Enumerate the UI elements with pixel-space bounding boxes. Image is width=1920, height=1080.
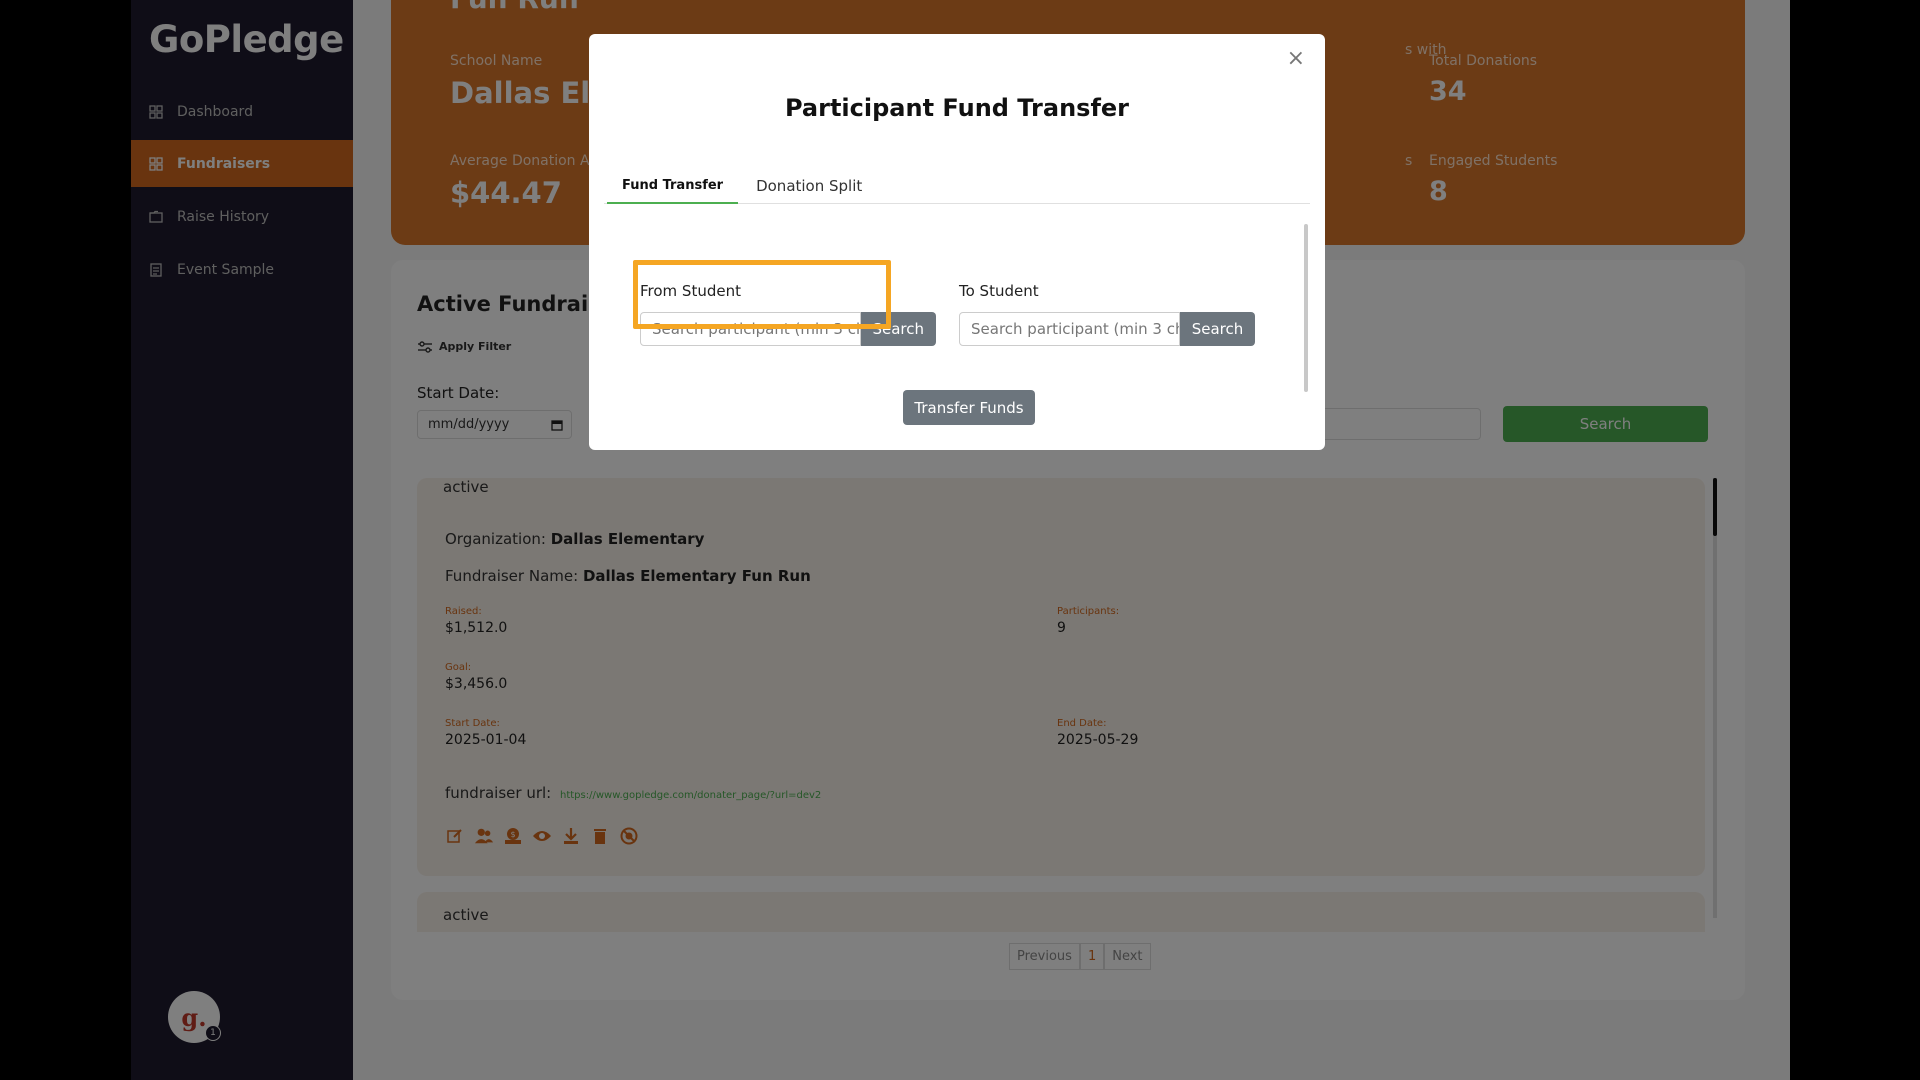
to-student-search-button[interactable]: Search [1180,312,1255,346]
tab-donation-split[interactable]: Donation Split [741,168,877,204]
close-icon[interactable]: × [1287,46,1305,71]
modal-scrollbar[interactable] [1304,224,1308,392]
transfer-funds-button[interactable]: Transfer Funds [903,390,1035,425]
to-student-label: To Student [959,282,1039,300]
tab-fund-transfer[interactable]: Fund Transfer [607,168,739,204]
modal-tabs: Fund Transfer Donation Split [604,168,1310,204]
to-student-search-input[interactable]: Search participant (min 3 chars) [959,312,1180,346]
highlight-box [633,260,891,329]
fund-transfer-modal: × Participant Fund Transfer Fund Transfe… [589,34,1325,450]
modal-title: Participant Fund Transfer [784,94,1129,122]
